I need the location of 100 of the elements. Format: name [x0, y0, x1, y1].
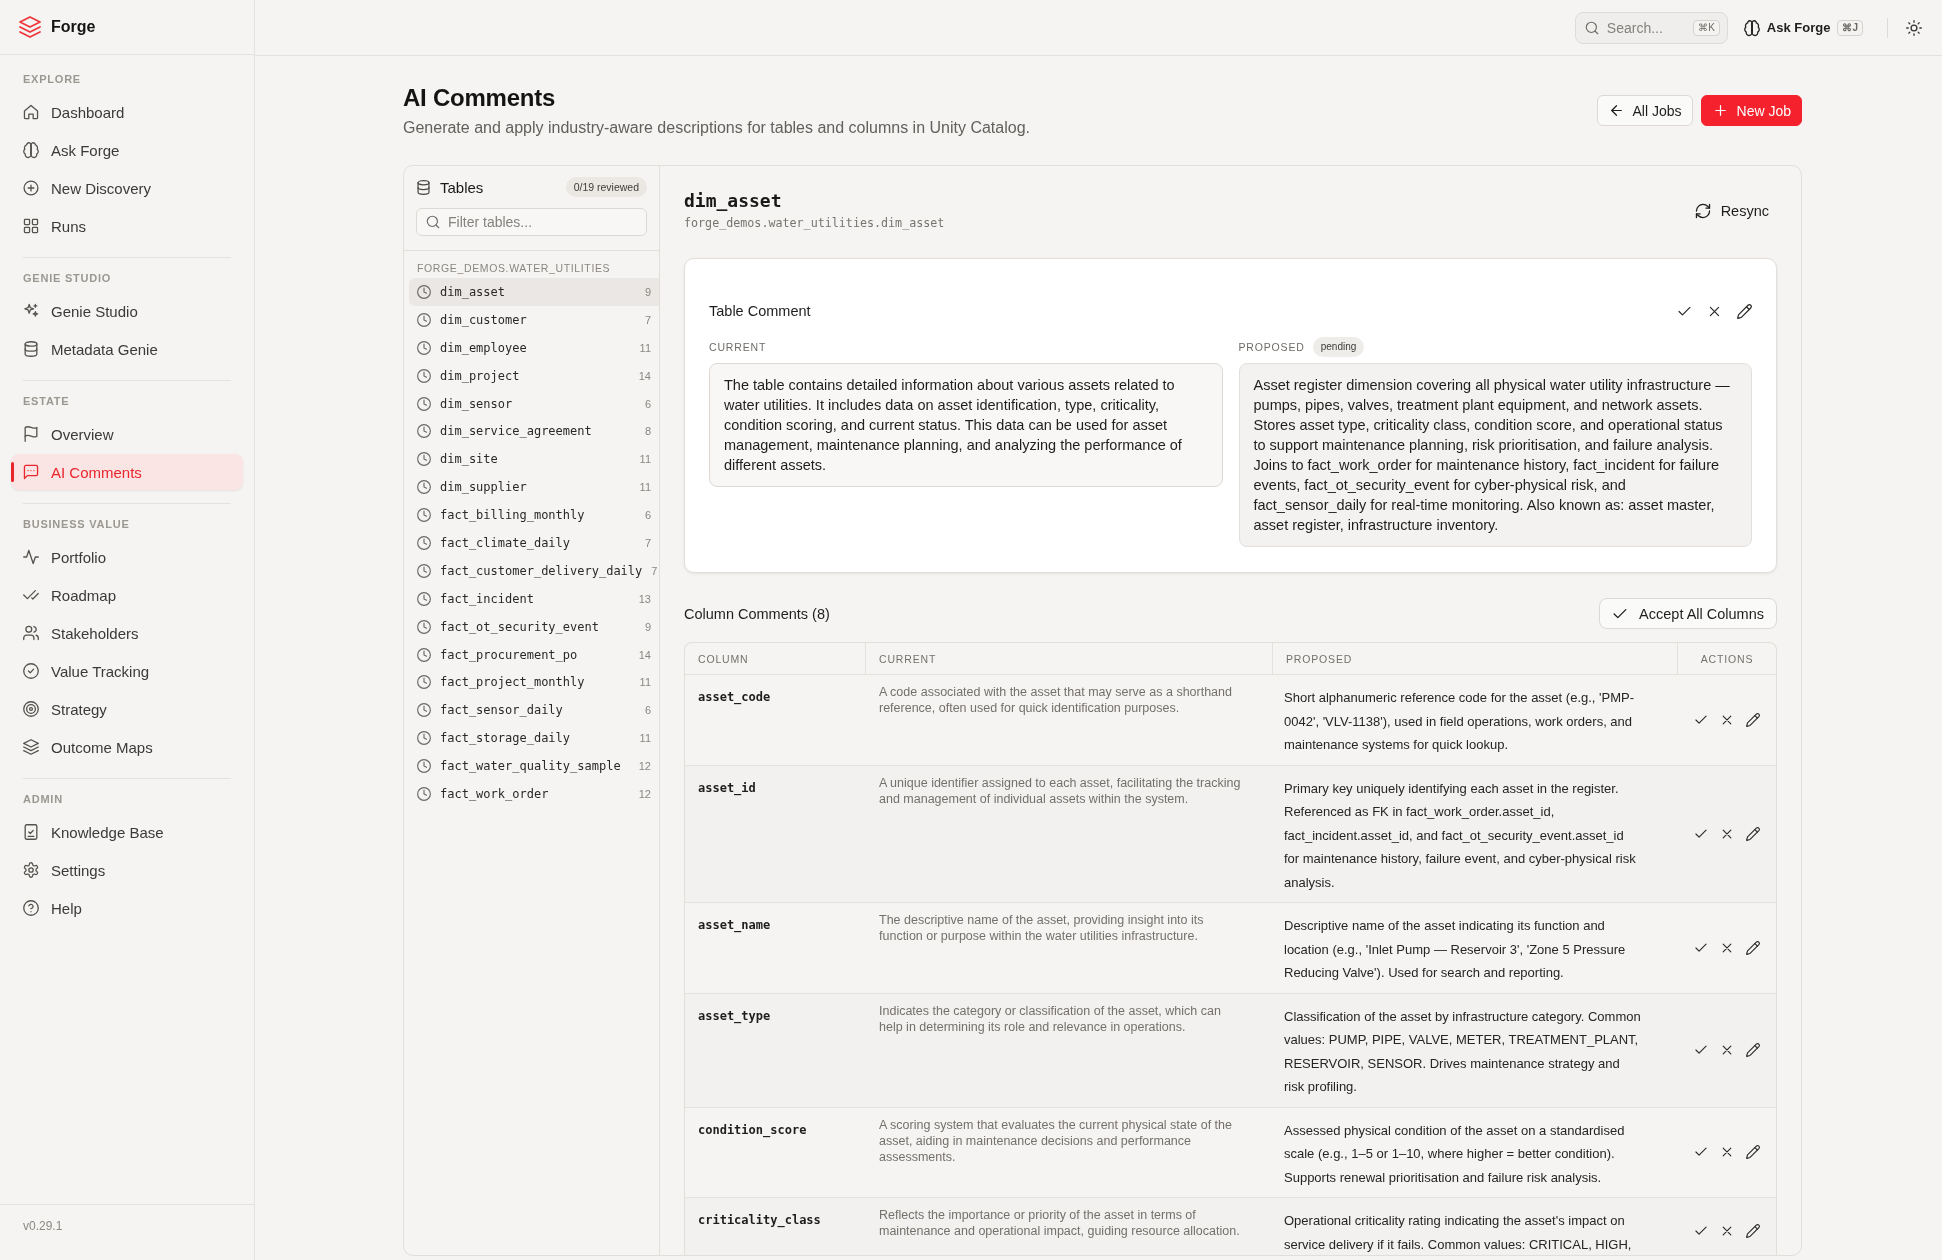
- table-list-item[interactable]: fact_customer_delivery_daily 7: [409, 556, 659, 585]
- clock-icon: [417, 759, 431, 774]
- filter-field[interactable]: Filter tables...: [416, 208, 647, 236]
- status-badge: pending: [1312, 337, 1365, 357]
- column-header: PROPOSED: [1273, 643, 1678, 674]
- nav-item[interactable]: Knowledge Base: [11, 814, 243, 850]
- proposed-comment: Primary key uniquely identifying each asset in the register. Referenced as FK in fact_work_order.asset_id, fact_incident.asset_id, and fact_ot_security_event.asset_id for maintenance history, failure event, and cyber-physical risk analysis.: [1283, 779, 1637, 892]
- nav-item[interactable]: AI Comments: [11, 454, 243, 490]
- proposed-label: PROPOSED: [1238, 341, 1305, 353]
- pencil-icon[interactable]: [1746, 1224, 1760, 1238]
- proposed-comment: Short alphanumeric reference code for the asset (e.g., 'PMP-0042', 'VLV-1138'), used in field operations, work orders, and maintenance systems for quick lookup.: [1283, 689, 1636, 754]
- brain-icon: [1743, 19, 1760, 36]
- clock-icon: [417, 452, 431, 467]
- check-icon[interactable]: [1694, 1043, 1708, 1057]
- table-list-item[interactable]: fact_sensor_daily 6: [409, 696, 659, 725]
- nav-item[interactable]: Metadata Genie: [11, 331, 243, 367]
- nav-item[interactable]: Overview: [11, 416, 243, 452]
- cross-icon[interactable]: [1720, 1224, 1734, 1238]
- column-count: 14: [638, 648, 651, 661]
- table-list-item[interactable]: fact_procurement_po 14: [409, 640, 659, 669]
- column-name: asset_id: [697, 779, 757, 798]
- nav-item[interactable]: Dashboard: [11, 94, 243, 130]
- nav-item[interactable]: Outcome Maps: [11, 729, 243, 765]
- table-list-item[interactable]: dim_customer 7: [409, 305, 659, 334]
- column-count: 11: [639, 481, 651, 494]
- accept-all-button[interactable]: Accept All Columns: [1599, 598, 1777, 629]
- table-list-item[interactable]: fact_storage_daily 11: [409, 724, 659, 753]
- table-list-item[interactable]: dim_service_agreement 8: [409, 417, 659, 446]
- settings-icon: [23, 862, 39, 878]
- nav-item[interactable]: Runs: [11, 208, 243, 244]
- column-count: 7: [651, 564, 658, 577]
- table-list-item[interactable]: fact_billing_monthly 6: [409, 501, 659, 529]
- table-list-item[interactable]: dim_project 14: [409, 361, 659, 390]
- proposed-comment: Asset register dimension covering all physical water utility infrastructure — pumps, pipes, valves, treatment plant equipment, and network assets. Stores asset type, criticality class, condition score, and operational status to support maintenance planning, risk prioritisation, and failure analysis. Joins to fact_work_order for maintenance history, fact_incident for failure events, fact_ot_security_event for cyber-physical risk, and fact_sensor_daily for real-time monitoring. Also known as: asset master, asset register, infrastructure inventory.: [1238, 363, 1752, 547]
- clock-icon: [417, 731, 431, 746]
- table-list-item[interactable]: fact_ot_security_event 9: [409, 612, 659, 641]
- nav-item[interactable]: Help: [11, 890, 243, 926]
- column-count: 7: [644, 313, 651, 326]
- proposed-comment: Operational criticality rating indicating the asset's impact on service delivery if it fails. Common values: CRITICAL, HIGH,: [1283, 1212, 1633, 1254]
- pencil-icon[interactable]: [1746, 712, 1760, 727]
- pencil-icon[interactable]: [1737, 303, 1752, 319]
- create-button[interactable]: New Job: [1700, 95, 1802, 126]
- nav-item[interactable]: Strategy: [11, 691, 243, 727]
- table-list-item[interactable]: dim_asset 9: [409, 278, 659, 306]
- pencil-icon[interactable]: [1746, 1043, 1760, 1057]
- ask-forge-button[interactable]: Ask Forge ⌘J: [1739, 15, 1867, 40]
- section-label: BUSINESS VALUE: [22, 517, 131, 532]
- table-list-item[interactable]: fact_water_quality_sample 12: [409, 752, 659, 781]
- pencil-icon[interactable]: [1746, 940, 1760, 955]
- double-check-icon: [23, 587, 39, 603]
- table-list-item[interactable]: fact_climate_daily 7: [409, 529, 659, 557]
- nav-item[interactable]: Value Tracking: [11, 653, 243, 689]
- column-header: COLUMN: [685, 643, 866, 674]
- clock-icon: [417, 675, 431, 690]
- nav-item[interactable]: Portfolio: [11, 539, 243, 575]
- flag-icon: [23, 426, 39, 442]
- nav-item[interactable]: Roadmap: [11, 577, 243, 613]
- column-count: 7: [644, 536, 651, 549]
- proposed-comment: Assessed physical condition of the asset on a standardised scale (e.g., 1–5 or 1–10, where higher = better condition). Supports renewal prioritisation and failure risk analysis.: [1283, 1121, 1626, 1187]
- column-name: condition_score: [697, 1121, 808, 1140]
- table-list-item[interactable]: dim_employee 11: [409, 333, 659, 362]
- nav-item[interactable]: Settings: [11, 852, 243, 888]
- current-comment: A code associated with the asset that may serve as a shorthand reference, often used for quick identification purposes.: [878, 684, 1233, 717]
- clock-icon: [417, 284, 431, 299]
- nav-item[interactable]: Stakeholders: [11, 615, 243, 651]
- nav-item[interactable]: Ask Forge: [11, 132, 243, 168]
- column-count: 9: [644, 620, 651, 633]
- column-name: asset_name: [697, 917, 772, 935]
- current-comment: Indicates the category or classification of the asset, which can help in determining its role and relevance in operations.: [878, 1002, 1222, 1036]
- resync-button[interactable]: Resync: [1686, 196, 1777, 225]
- back-button[interactable]: All Jobs: [1596, 95, 1693, 126]
- nav-item[interactable]: Genie Studio: [11, 293, 243, 329]
- table-list-item[interactable]: fact_project_monthly 11: [409, 668, 659, 697]
- check-icon[interactable]: [1694, 1224, 1708, 1238]
- theme-sun-icon[interactable]: [1906, 19, 1922, 36]
- table-list-item[interactable]: fact_work_order 12: [409, 780, 659, 808]
- clock-icon: [417, 396, 431, 411]
- column-count: 9: [644, 285, 651, 298]
- column-count: 6: [644, 397, 651, 410]
- table-name: dim_asset: [684, 190, 783, 212]
- pencil-icon[interactable]: [1746, 1145, 1760, 1160]
- checklist-icon: [23, 824, 39, 840]
- schema-label: FORGE_DEMOS.WATER_UTILITIES: [416, 261, 612, 276]
- table-list-item[interactable]: dim_site 11: [409, 445, 659, 474]
- plus-icon: [1712, 103, 1728, 118]
- current-comment: A scoring system that evaluates the current physical state of the asset, aiding in maintenance decisions and performance assessments.: [878, 1116, 1233, 1166]
- page-title: AI Comments: [403, 83, 557, 113]
- column-name: criticality_class: [697, 1212, 822, 1230]
- cross-icon[interactable]: [1720, 1043, 1734, 1057]
- table-list-item[interactable]: dim_supplier 11: [409, 473, 659, 502]
- table-list-item[interactable]: fact_incident 13: [409, 584, 659, 613]
- section-title: Column Comments (8): [684, 605, 830, 622]
- table-list-item[interactable]: dim_sensor 6: [409, 389, 659, 418]
- column-header: CURRENT: [866, 643, 1273, 674]
- clock-icon: [417, 424, 431, 439]
- pencil-icon[interactable]: [1746, 826, 1760, 841]
- nav-item[interactable]: New Discovery: [11, 170, 243, 206]
- version-label: v0.29.1: [23, 1219, 63, 1233]
- database-icon: [23, 341, 39, 357]
- pulse-line-icon: [23, 549, 39, 565]
